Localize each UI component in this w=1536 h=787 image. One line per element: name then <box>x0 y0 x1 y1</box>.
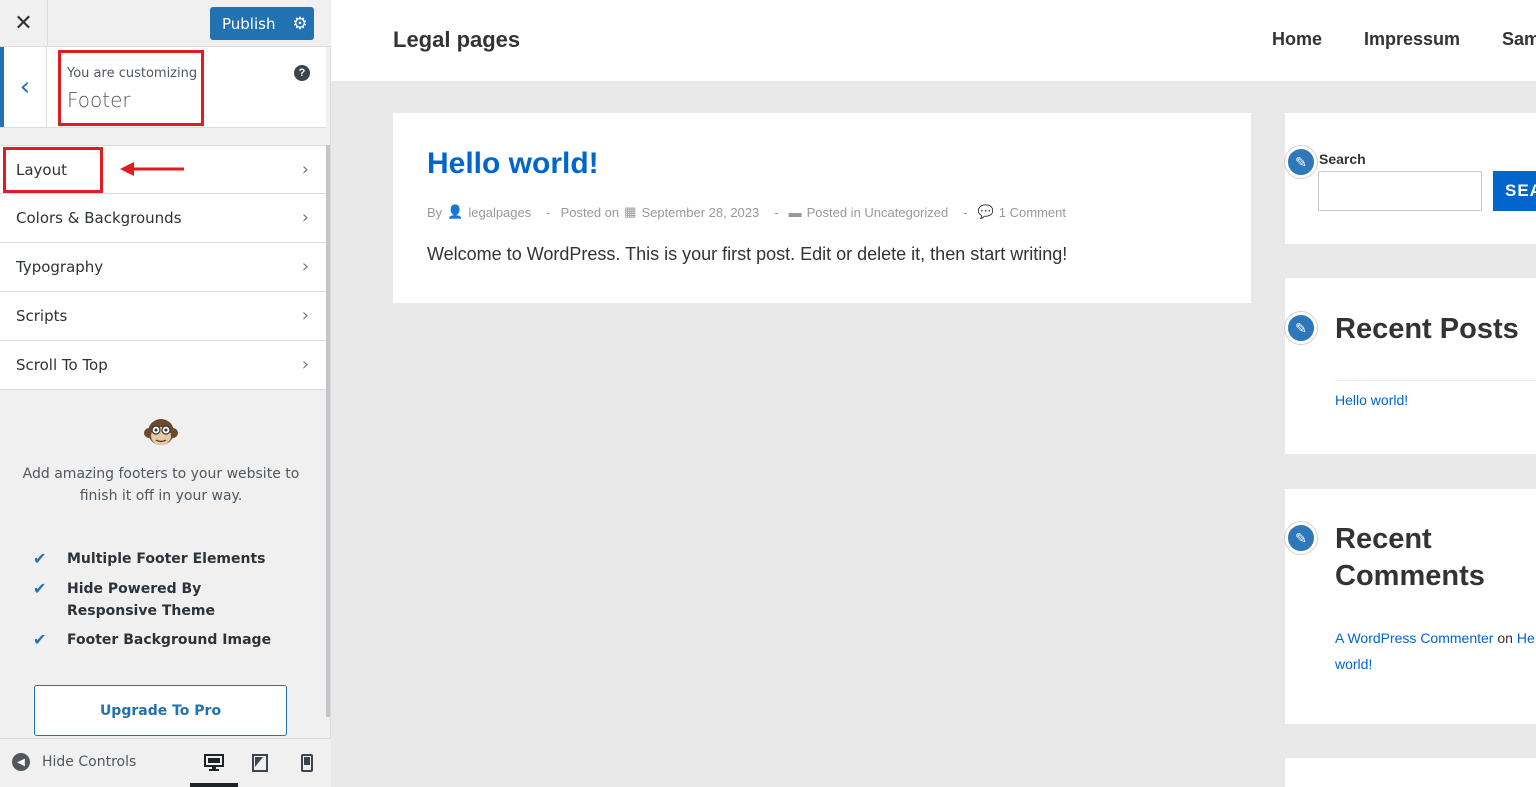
sidebar-scrollbar[interactable] <box>326 145 330 717</box>
upgrade-to-pro-button[interactable]: Upgrade To Pro <box>34 685 287 736</box>
menu-item-colors-backgrounds[interactable]: Colors & Backgrounds › <box>0 194 326 243</box>
chevron-right-icon: › <box>301 159 309 180</box>
question-icon[interactable]: ? <box>294 65 310 81</box>
pencil-icon[interactable]: ✎ <box>1285 312 1317 344</box>
post-card: Hello world! By 👤 legalpages - Posted on… <box>393 113 1251 303</box>
checkmark-icon: ✔ <box>33 549 47 568</box>
comment-author-link[interactable]: A WordPress Commenter <box>1335 630 1493 646</box>
active-device-indicator <box>190 783 238 787</box>
menu-item-scroll-to-top[interactable]: Scroll To Top › <box>0 341 326 390</box>
publish-button[interactable]: Publish ⚙ <box>210 7 314 40</box>
site-preview: Legal pages Home Impressum Sam Hello wor… <box>331 0 1536 787</box>
arrow-left-icon <box>120 162 184 176</box>
divider <box>1335 380 1536 381</box>
recent-post-link[interactable]: Hello world! <box>1335 387 1408 413</box>
widget-title-line-1: Recent <box>1335 523 1432 555</box>
layout-highlight-box <box>3 147 103 193</box>
meta-date[interactable]: September 28, 2023 <box>641 205 759 220</box>
site-header: Legal pages Home Impressum Sam <box>331 0 1536 81</box>
back-button[interactable]: ‹ <box>0 47 47 127</box>
close-customizer-button[interactable]: ✕ <box>0 0 48 47</box>
desktop-preview-button[interactable] <box>202 751 226 775</box>
search-label: Search <box>1319 151 1366 167</box>
collapse-icon: ◀ <box>12 753 30 771</box>
calendar-icon: ▦ <box>624 204 637 219</box>
menu-item-typography[interactable]: Typography › <box>0 243 326 292</box>
recent-comments-widget: ✎ Recent Comments A WordPress Commenter … <box>1285 489 1536 724</box>
hide-controls-label: Hide Controls <box>42 754 137 770</box>
promo-text: Add amazing footers to your website to f… <box>22 466 300 504</box>
chevron-right-icon: › <box>301 256 309 277</box>
recent-posts-widget: ✎ Recent Posts Hello world! <box>1285 278 1536 454</box>
nav-item-impressum[interactable]: Impressum <box>1364 29 1460 50</box>
checkmark-icon: ✔ <box>33 579 47 598</box>
checkmark-icon: ✔ <box>33 630 47 649</box>
hide-controls-button[interactable]: ◀ Hide Controls <box>12 753 136 771</box>
meta-posted-on: Posted on <box>560 204 620 220</box>
chevron-right-icon: › <box>301 305 309 326</box>
menu-item-label: Scroll To Top <box>16 356 108 374</box>
chevron-right-icon: › <box>301 354 309 375</box>
chevron-right-icon: › <box>301 207 309 228</box>
customizer-header-bar: ✕ Publish ⚙ <box>0 0 331 47</box>
meta-author[interactable]: legalpages <box>468 205 531 220</box>
comment-post-link-continued[interactable]: world! <box>1335 651 1372 677</box>
tablet-preview-button[interactable] <box>248 751 272 775</box>
search-button[interactable]: SEA <box>1493 171 1536 211</box>
mobile-icon <box>301 754 313 772</box>
recent-comment-line: A WordPress Commenter on He <box>1335 625 1535 651</box>
comment-on-text: on <box>1497 630 1513 646</box>
widget-title: Recent Posts <box>1335 313 1519 345</box>
customizer-footer: ◀ Hide Controls <box>0 738 331 787</box>
feature-label: Footer Background Image <box>67 632 272 648</box>
widget-partial <box>1285 758 1536 787</box>
desktop-icon <box>204 754 224 771</box>
customizing-title-highlight: You are customizing Footer <box>58 50 204 126</box>
post-excerpt: Welcome to WordPress. This is your first… <box>427 244 1068 264</box>
widget-title-line-2: Comments <box>1335 560 1485 592</box>
monkey-logo-icon <box>144 419 178 445</box>
menu-item-layout[interactable]: Layout › <box>0 145 326 194</box>
meta-separator: - <box>774 204 779 220</box>
tablet-icon <box>252 754 268 772</box>
feature-label: Hide Powered By Responsive Theme <box>67 581 215 619</box>
menu-item-scripts[interactable]: Scripts › <box>0 292 326 341</box>
search-input[interactable] <box>1318 171 1482 211</box>
feature-item: ✔ Multiple Footer Elements <box>33 548 293 570</box>
meta-comments[interactable]: 1 Comment <box>999 205 1066 220</box>
menu-item-label: Colors & Backgrounds <box>16 209 182 227</box>
meta-by: By <box>427 204 443 220</box>
user-icon: 👤 <box>447 204 464 219</box>
feature-item: ✔ Hide Powered By Responsive Theme <box>33 578 293 622</box>
feature-label: Multiple Footer Elements <box>67 551 266 567</box>
close-icon: ✕ <box>14 11 33 36</box>
pencil-icon[interactable]: ✎ <box>1285 146 1317 178</box>
post-meta: By 👤 legalpages - Posted on ▦ September … <box>427 204 1071 220</box>
menu-item-label: Scripts <box>16 307 68 325</box>
customizer-sidebar: ✕ Publish ⚙ ‹ You are customizing Footer… <box>0 0 331 787</box>
comment-post-link[interactable]: He <box>1517 630 1535 646</box>
chevron-left-icon: ‹ <box>19 72 31 102</box>
gear-icon[interactable]: ⚙ <box>286 14 314 34</box>
nav-item-home[interactable]: Home <box>1272 29 1322 50</box>
menu-item-label: Typography <box>16 258 104 276</box>
comments-icon: 💬 <box>977 204 994 219</box>
section-menu: Layout › Colors & Backgrounds › Typograp… <box>0 145 326 390</box>
meta-category[interactable]: Posted in Uncategorized <box>807 205 949 220</box>
mobile-preview-button[interactable] <box>295 751 319 775</box>
feature-item: ✔ Footer Background Image <box>33 629 293 651</box>
search-widget: ✎ Search SEA <box>1285 113 1536 244</box>
folder-icon: ▬ <box>788 204 802 220</box>
nav-item-sample[interactable]: Sam <box>1502 29 1536 50</box>
pencil-icon[interactable]: ✎ <box>1285 522 1317 554</box>
section-header: ‹ You are customizing Footer ? <box>0 47 326 128</box>
customizing-label: You are customizing <box>67 66 198 81</box>
meta-separator: - <box>546 204 551 220</box>
post-title[interactable]: Hello world! <box>427 147 599 181</box>
site-title[interactable]: Legal pages <box>393 27 520 53</box>
publish-label: Publish <box>222 14 276 33</box>
section-title: Footer <box>67 88 131 112</box>
meta-separator: - <box>963 204 968 220</box>
